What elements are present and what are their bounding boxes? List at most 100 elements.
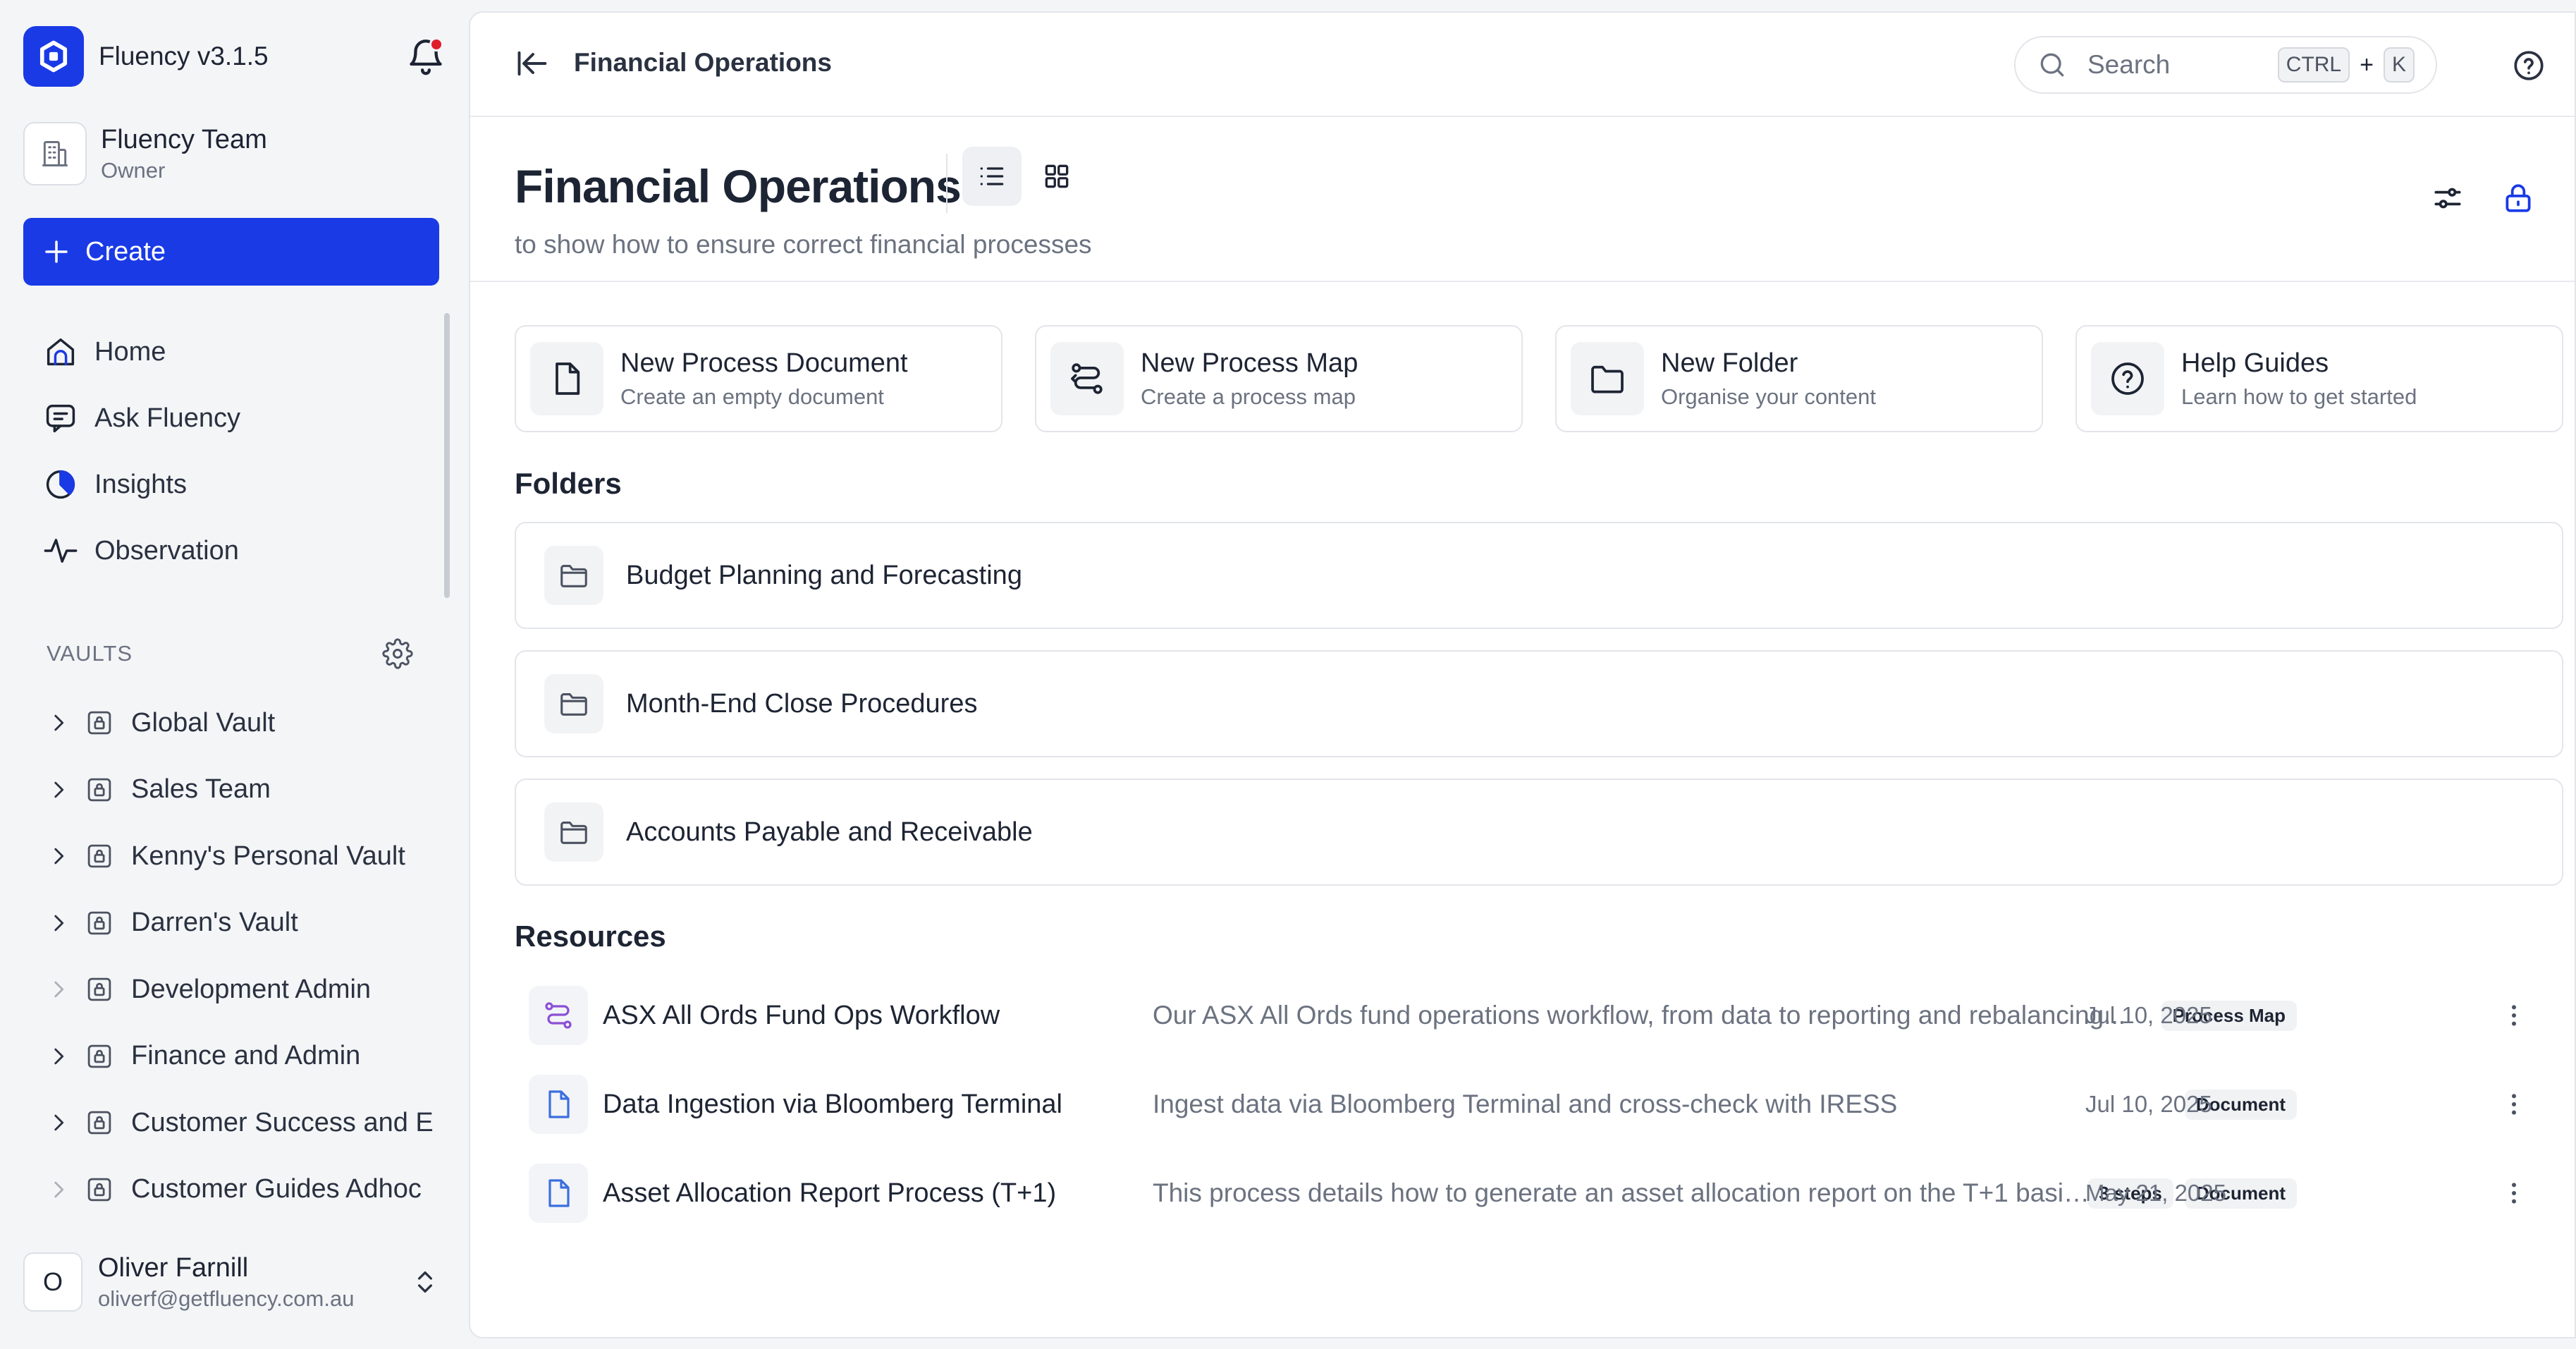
vault-lock-icon bbox=[85, 1042, 114, 1071]
create-button[interactable]: Create bbox=[23, 218, 439, 286]
help-circle-icon[interactable] bbox=[2511, 48, 2546, 83]
search-icon bbox=[2037, 49, 2068, 80]
filter-sliders-icon[interactable] bbox=[2430, 181, 2465, 216]
resource-row[interactable]: Data Ingestion via Bloomberg Terminal In… bbox=[515, 1069, 2563, 1140]
nav-item-observation[interactable]: Observation bbox=[42, 518, 437, 584]
sidebar: Fluency v3.1.5 Fluency Team Owner Create… bbox=[0, 0, 469, 1349]
card-subtitle: Create an empty document bbox=[620, 384, 884, 409]
brand: Fluency v3.1.5 bbox=[23, 26, 446, 87]
vault-list: Global Vault Sales Team Kenny's Personal… bbox=[47, 690, 441, 1223]
lock-icon[interactable] bbox=[2501, 181, 2536, 216]
folder-row[interactable]: Accounts Payable and Receivable bbox=[515, 779, 2563, 886]
help-guides-card[interactable]: Help Guides Learn how to get started bbox=[2075, 325, 2563, 432]
resource-name: Asset Allocation Report Process (T+1) bbox=[603, 1178, 1057, 1208]
nav-item-ask-fluency[interactable]: Ask Fluency bbox=[42, 385, 437, 451]
folder-icon bbox=[558, 559, 590, 592]
chevron-right-icon[interactable] bbox=[47, 844, 70, 868]
fluency-logo-icon[interactable] bbox=[23, 26, 84, 87]
home-icon bbox=[42, 334, 79, 370]
new-folder-card[interactable]: New Folder Organise your content bbox=[1555, 325, 2043, 432]
team-avatar bbox=[23, 122, 87, 185]
chevron-right-icon[interactable] bbox=[47, 778, 70, 802]
vault-item[interactable]: Development Admin bbox=[47, 956, 441, 1023]
top-bar: Financial Operations Search CTRL + K bbox=[470, 13, 2575, 117]
gear-icon[interactable] bbox=[382, 638, 413, 669]
resource-row[interactable]: ASX All Ords Fund Ops Workflow Our ASX A… bbox=[515, 980, 2563, 1051]
notification-dot bbox=[429, 37, 443, 51]
nav-item-insights[interactable]: Insights bbox=[42, 451, 437, 518]
process-map-icon bbox=[1067, 359, 1107, 398]
more-vertical-icon[interactable] bbox=[2500, 1178, 2528, 1209]
list-view-button[interactable] bbox=[962, 147, 1022, 206]
resource-date: Jul 10, 2025 bbox=[2085, 1002, 2212, 1028]
resource-description: Ingest data via Bloomberg Terminal and c… bbox=[1153, 1089, 1898, 1118]
help-circle-icon bbox=[2108, 359, 2147, 398]
chevron-right-icon[interactable] bbox=[47, 1111, 70, 1135]
collapse-sidebar-icon[interactable] bbox=[515, 45, 551, 82]
folder-icon bbox=[1588, 359, 1627, 398]
team-name: Fluency Team bbox=[101, 124, 267, 154]
team-switcher[interactable]: Fluency Team Owner bbox=[23, 118, 446, 189]
chevron-right-icon bbox=[47, 1178, 70, 1202]
shortcut-plus: + bbox=[2360, 51, 2374, 78]
folder-icon bbox=[558, 816, 590, 848]
main-panel: Financial Operations Search CTRL + K Fin… bbox=[469, 11, 2576, 1338]
avatar: O bbox=[23, 1252, 82, 1312]
breadcrumb[interactable]: Financial Operations bbox=[574, 48, 832, 78]
new-process-document-card[interactable]: New Process Document Create an empty doc… bbox=[515, 325, 1002, 432]
grid-icon bbox=[1041, 161, 1072, 192]
resource-description: This process details how to generate an … bbox=[1153, 1178, 2097, 1207]
resource-row[interactable]: Asset Allocation Report Process (T+1) Th… bbox=[515, 1158, 2563, 1228]
grid-view-button[interactable] bbox=[1027, 147, 1086, 206]
divider bbox=[946, 154, 947, 213]
user-menu[interactable]: O Oliver Farnill oliverf@getfluency.com.… bbox=[23, 1247, 446, 1317]
primary-nav: Home Ask Fluency Insights Observation bbox=[42, 319, 437, 584]
building-icon bbox=[39, 138, 70, 169]
vault-label: Development Admin bbox=[131, 974, 372, 1004]
shortcut-key-ctrl: CTRL bbox=[2277, 47, 2350, 83]
folder-icon bbox=[558, 688, 590, 720]
folder-row[interactable]: Month-End Close Procedures bbox=[515, 650, 2563, 757]
vault-item[interactable]: Customer Guides Adhoc bbox=[47, 1156, 441, 1223]
notification-bell-icon[interactable] bbox=[405, 36, 446, 77]
nav-item-label: Home bbox=[94, 336, 166, 367]
vaults-label: VAULTS bbox=[47, 641, 133, 666]
search-box[interactable]: Search CTRL + K bbox=[2014, 36, 2437, 94]
chevron-right-icon[interactable] bbox=[47, 911, 70, 935]
chevron-right-icon[interactable] bbox=[47, 1044, 70, 1068]
vault-item[interactable]: Kenny's Personal Vault bbox=[47, 823, 441, 890]
vault-lock-icon bbox=[85, 1175, 114, 1204]
vault-lock-icon bbox=[85, 1108, 114, 1137]
chevron-right-icon[interactable] bbox=[47, 711, 70, 735]
document-icon bbox=[547, 359, 587, 398]
chevron-up-down-icon[interactable] bbox=[411, 1268, 439, 1296]
card-subtitle: Learn how to get started bbox=[2181, 384, 2417, 409]
page-header: Financial Operations to show how to ensu… bbox=[470, 117, 2575, 282]
vault-item[interactable]: Finance and Admin bbox=[47, 1023, 441, 1090]
vault-lock-icon bbox=[85, 975, 114, 1004]
folder-row[interactable]: Budget Planning and Forecasting bbox=[515, 522, 2563, 629]
nav-item-label: Observation bbox=[94, 535, 239, 566]
page-subtitle: to show how to ensure correct financial … bbox=[515, 230, 1092, 259]
vault-item[interactable]: Global Vault bbox=[47, 690, 441, 757]
quick-actions: New Process Document Create an empty doc… bbox=[515, 325, 2563, 432]
plus-icon bbox=[42, 237, 71, 267]
vault-label: Global Vault bbox=[131, 707, 276, 738]
activity-icon bbox=[42, 532, 79, 569]
folder-name: Month-End Close Procedures bbox=[626, 688, 978, 719]
vault-item[interactable]: Darren's Vault bbox=[47, 890, 441, 957]
more-vertical-icon[interactable] bbox=[2500, 1089, 2528, 1120]
vault-label: Sales Team bbox=[131, 774, 271, 805]
sidebar-scrollbar[interactable] bbox=[444, 313, 450, 598]
document-icon bbox=[541, 1176, 575, 1210]
vault-lock-icon bbox=[85, 841, 114, 871]
folder-name: Budget Planning and Forecasting bbox=[626, 560, 1022, 590]
vault-item[interactable]: Sales Team bbox=[47, 757, 441, 824]
new-process-map-card[interactable]: New Process Map Create a process map bbox=[1035, 325, 1523, 432]
vault-item[interactable]: Customer Success and E bbox=[47, 1089, 441, 1156]
app-name: Fluency v3.1.5 bbox=[99, 42, 269, 71]
more-vertical-icon[interactable] bbox=[2500, 1000, 2528, 1031]
card-subtitle: Create a process map bbox=[1141, 384, 1356, 409]
resource-name: ASX All Ords Fund Ops Workflow bbox=[603, 1000, 1000, 1030]
nav-item-home[interactable]: Home bbox=[42, 319, 437, 385]
